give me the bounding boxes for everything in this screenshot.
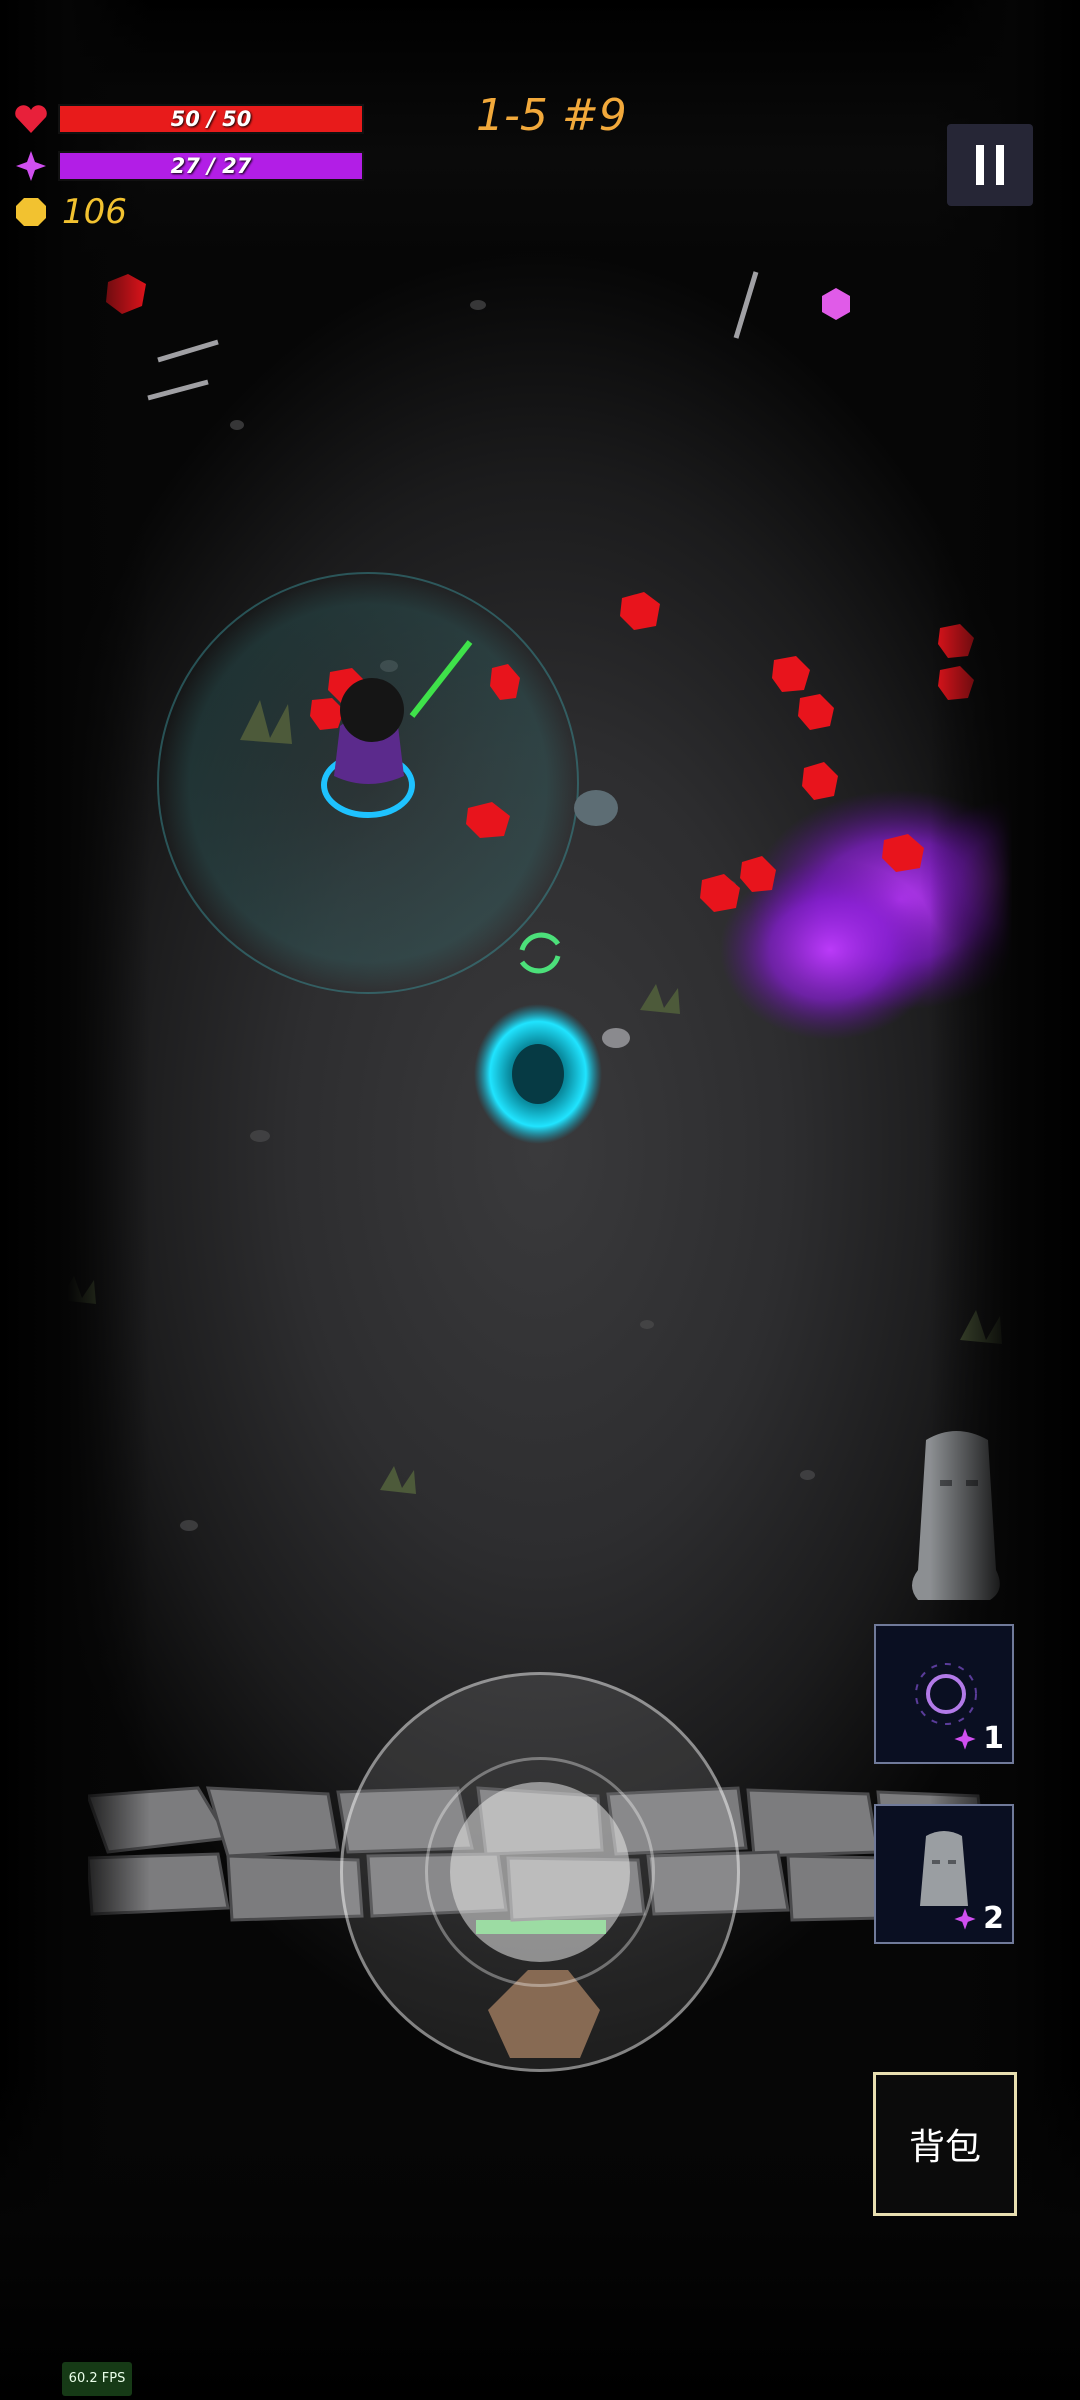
skill-cost: 2 (953, 1901, 1004, 1936)
pink-gem-pickup (822, 288, 850, 320)
mana-bar: 27 / 27 (58, 151, 364, 181)
heart-icon (15, 105, 47, 133)
blue-stone (574, 790, 618, 826)
pause-icon (976, 145, 984, 185)
fps-counter: 60.2 FPS (62, 2362, 132, 2396)
level-indicator: 1-5 #9 (476, 90, 627, 141)
mana-gem-icon (16, 151, 46, 181)
mana-text: 27 / 27 (170, 154, 252, 178)
pause-button[interactable] (947, 124, 1033, 206)
skill-cost-value: 1 (983, 1721, 1004, 1756)
gold-row: 106 (14, 192, 127, 232)
gold-amount: 106 (62, 192, 127, 232)
bag-button[interactable]: 背包 (873, 2072, 1017, 2216)
portal-core (512, 1044, 564, 1104)
ground-axes (147, 271, 759, 401)
foliage-left (0, 0, 150, 2400)
mana-gem-icon (954, 1727, 976, 1750)
pause-icon (996, 145, 1004, 185)
health-row: 50 / 50 (14, 104, 364, 134)
joystick-knob[interactable] (450, 1782, 630, 1962)
skill-cost-value: 2 (983, 1901, 1004, 1936)
mana-row: 27 / 27 (14, 149, 364, 183)
skill-slot-statue[interactable]: 2 (874, 1804, 1014, 1944)
gold-coin-icon (16, 198, 46, 226)
foliage-right (930, 0, 1080, 2400)
skill-slot-vortex[interactable]: 1 (874, 1624, 1014, 1764)
small-rock (602, 1028, 630, 1048)
skill-cost: 1 (953, 1721, 1004, 1756)
mana-gem-icon (954, 1907, 976, 1930)
bag-label: 背包 (908, 2127, 981, 2168)
refresh-rune-icon (519, 932, 561, 974)
health-text: 50 / 50 (170, 107, 252, 131)
health-bar: 50 / 50 (58, 104, 364, 134)
